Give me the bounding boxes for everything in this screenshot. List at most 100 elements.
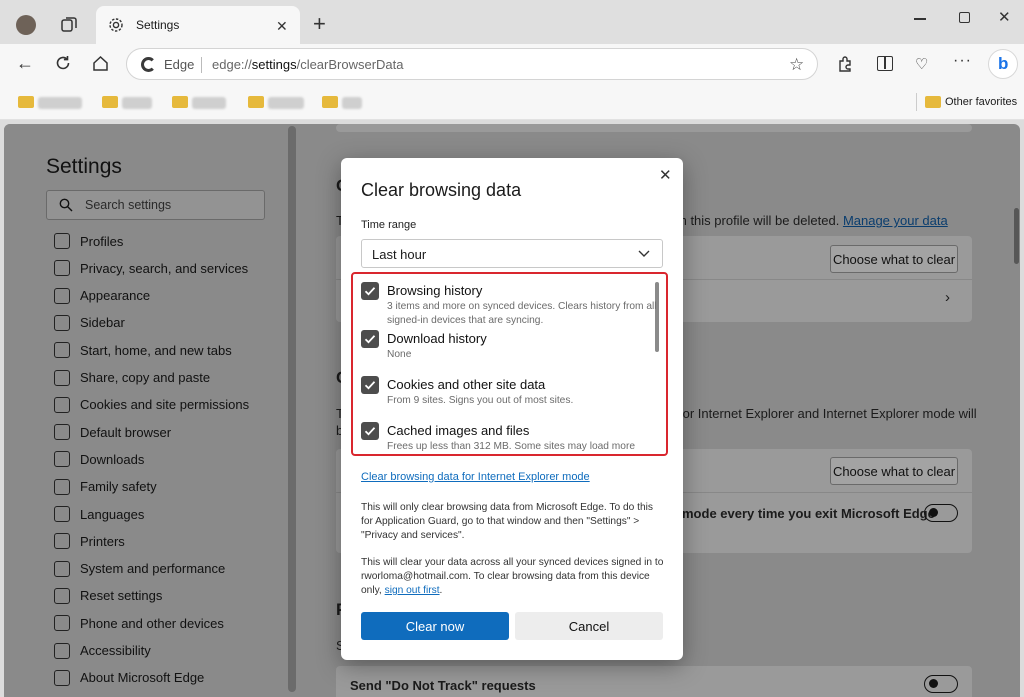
maximize-icon[interactable] bbox=[959, 12, 970, 23]
sidebar-item-accessibility[interactable]: Accessibility bbox=[54, 642, 151, 659]
sidebar-item-profiles[interactable]: Profiles bbox=[54, 233, 123, 249]
favorites-divider bbox=[916, 93, 917, 111]
sign-out-link[interactable]: sign out first bbox=[385, 585, 440, 596]
browser-icon bbox=[54, 424, 70, 441]
other-favorites-folder-icon[interactable] bbox=[925, 96, 941, 108]
do-not-track-toggle[interactable] bbox=[924, 675, 958, 693]
sidebar-item-family-safety[interactable]: Family safety bbox=[54, 478, 157, 495]
download-history-label: Download history bbox=[387, 331, 487, 346]
sidebar-item-label: System and performance bbox=[80, 561, 226, 577]
choose-what-to-clear-button[interactable]: Choose what to clear bbox=[830, 245, 958, 273]
cached-images-checkbox[interactable] bbox=[361, 422, 379, 440]
close-window-icon[interactable]: ✕ bbox=[998, 8, 1011, 26]
url-host: settings bbox=[251, 57, 297, 72]
choose-what-to-clear-ie-button[interactable]: Choose what to clear bbox=[830, 457, 958, 485]
more-options-icon[interactable]: ··· bbox=[953, 52, 972, 70]
do-not-track-label: Send "Do Not Track" requests bbox=[350, 678, 536, 693]
workspaces-icon[interactable] bbox=[60, 16, 78, 34]
sidebar-item-reset-settings[interactable]: Reset settings bbox=[54, 587, 163, 604]
folder-icon[interactable] bbox=[18, 96, 34, 108]
favorite-item-blurred[interactable] bbox=[122, 97, 152, 109]
sidebar-item-sidebar[interactable]: Sidebar bbox=[54, 314, 125, 331]
split-screen-icon[interactable] bbox=[877, 56, 893, 71]
chevron-down-icon bbox=[638, 248, 650, 258]
settings-sidebar: Settings Search settings Profiles Privacy… bbox=[4, 124, 288, 697]
cancel-button[interactable]: Cancel bbox=[515, 612, 663, 640]
cookies-label: Cookies and other site data bbox=[387, 377, 546, 392]
ie-mode-toggle[interactable] bbox=[924, 504, 958, 522]
chevron-right-icon[interactable]: › bbox=[945, 289, 950, 306]
content-scrollbar[interactable] bbox=[1014, 208, 1019, 264]
sidebar-item-about-microsoft-edge[interactable]: About Microsoft Edge bbox=[54, 669, 205, 686]
search-input[interactable]: Search settings bbox=[46, 190, 265, 220]
folder-icon[interactable] bbox=[322, 96, 338, 108]
accessibility-icon bbox=[54, 642, 70, 659]
sidebar-item-system-and-performance[interactable]: System and performance bbox=[54, 560, 226, 577]
sidebar-item-languages[interactable]: Languages bbox=[54, 506, 144, 522]
address-bar[interactable]: Edge edge://settings/clearBrowserData ☆ bbox=[126, 48, 818, 80]
other-favorites[interactable]: Other favorites bbox=[945, 96, 1017, 108]
sidebar-item-phone-and-other-devices[interactable]: Phone and other devices bbox=[54, 615, 224, 632]
favorites-bar bbox=[0, 84, 1024, 120]
sidebar-item-default-browser[interactable]: Default browser bbox=[54, 424, 171, 441]
browser-essentials-icon[interactable]: ♡ bbox=[915, 55, 928, 73]
sidebar-scrollbar[interactable] bbox=[288, 126, 296, 692]
ie-mode-clear-link[interactable]: Clear browsing data for Internet Explore… bbox=[361, 471, 590, 483]
tab-settings[interactable]: Settings ✕ bbox=[96, 6, 300, 44]
language-icon bbox=[54, 506, 70, 522]
sidebar-item-printers[interactable]: Printers bbox=[54, 533, 125, 550]
system-icon bbox=[54, 560, 70, 577]
favorite-item-blurred[interactable] bbox=[192, 97, 226, 109]
sidebar-item-label: Privacy, search, and services bbox=[80, 260, 249, 276]
cached-images-desc: Frees up less than 312 MB. Some sites ma… bbox=[387, 441, 636, 452]
clear-now-button[interactable]: Clear now bbox=[361, 612, 509, 640]
sidebar-item-share-copy-and-paste[interactable]: Share, copy and paste bbox=[54, 369, 211, 386]
sidebar-item-label: Family safety bbox=[80, 479, 157, 495]
edge-logo-icon bbox=[141, 57, 156, 72]
favorite-item-blurred[interactable] bbox=[268, 97, 304, 109]
refresh-icon[interactable] bbox=[54, 54, 72, 72]
address-scheme: Edge bbox=[164, 57, 195, 72]
manage-your-data-link[interactable]: Manage your data bbox=[843, 213, 948, 228]
folder-icon[interactable] bbox=[102, 96, 118, 108]
cookies-checkbox[interactable] bbox=[361, 376, 379, 394]
extensions-icon[interactable] bbox=[836, 55, 854, 73]
bing-chat-icon[interactable]: b bbox=[988, 49, 1018, 79]
url-prefix: edge:// bbox=[212, 57, 252, 72]
address-divider bbox=[201, 57, 202, 73]
clear-browsing-data-dialog: Clear browsing data ✕ Time range Last ho… bbox=[341, 158, 683, 660]
sidebar-item-start-home-and-new-tabs[interactable]: Start, home, and new tabs bbox=[54, 342, 232, 359]
sidebar-item-label: About Microsoft Edge bbox=[80, 670, 205, 686]
sidebar-item-label: Start, home, and new tabs bbox=[80, 342, 232, 358]
favorite-item-blurred[interactable] bbox=[38, 97, 82, 109]
download-history-checkbox[interactable] bbox=[361, 330, 379, 348]
sidebar-item-privacy-search-and-services[interactable]: Privacy, search, and services bbox=[54, 260, 249, 277]
home-icon[interactable] bbox=[92, 55, 109, 72]
printer-icon bbox=[54, 533, 70, 550]
folder-icon[interactable] bbox=[172, 96, 188, 108]
close-tab-icon[interactable]: ✕ bbox=[276, 18, 288, 35]
sidebar-item-label: Reset settings bbox=[80, 588, 163, 604]
sidebar-item-label: Share, copy and paste bbox=[80, 370, 211, 385]
avatar[interactable] bbox=[16, 15, 36, 35]
sidebar-item-label: Downloads bbox=[80, 451, 145, 467]
sidebar-item-cookies-and-site-permissions[interactable]: Cookies and site permissions bbox=[54, 396, 249, 413]
folder-icon[interactable] bbox=[248, 96, 264, 108]
back-icon[interactable]: ← bbox=[16, 53, 34, 74]
sidebar-item-downloads[interactable]: Downloads bbox=[54, 451, 145, 468]
browsing-history-checkbox[interactable] bbox=[361, 282, 379, 300]
browsing-history-desc: 3 items and more on synced devices. Clea… bbox=[387, 301, 657, 326]
favorite-item-blurred[interactable] bbox=[342, 97, 362, 109]
cookie-icon bbox=[54, 396, 70, 413]
minimize-icon[interactable] bbox=[914, 18, 926, 20]
phone-icon bbox=[54, 615, 70, 632]
sidebar-item-appearance[interactable]: Appearance bbox=[54, 287, 150, 304]
time-range-value: Last hour bbox=[372, 247, 427, 262]
close-icon[interactable]: ✕ bbox=[659, 166, 672, 184]
sidebar-item-label: Phone and other devices bbox=[80, 615, 224, 631]
favorite-star-icon[interactable]: ☆ bbox=[789, 55, 804, 75]
time-range-select[interactable]: Last hour bbox=[361, 239, 663, 268]
family-icon bbox=[54, 478, 70, 495]
new-tab-icon[interactable]: + bbox=[313, 11, 326, 37]
delete-text: m this profile will be deleted. bbox=[676, 213, 840, 228]
